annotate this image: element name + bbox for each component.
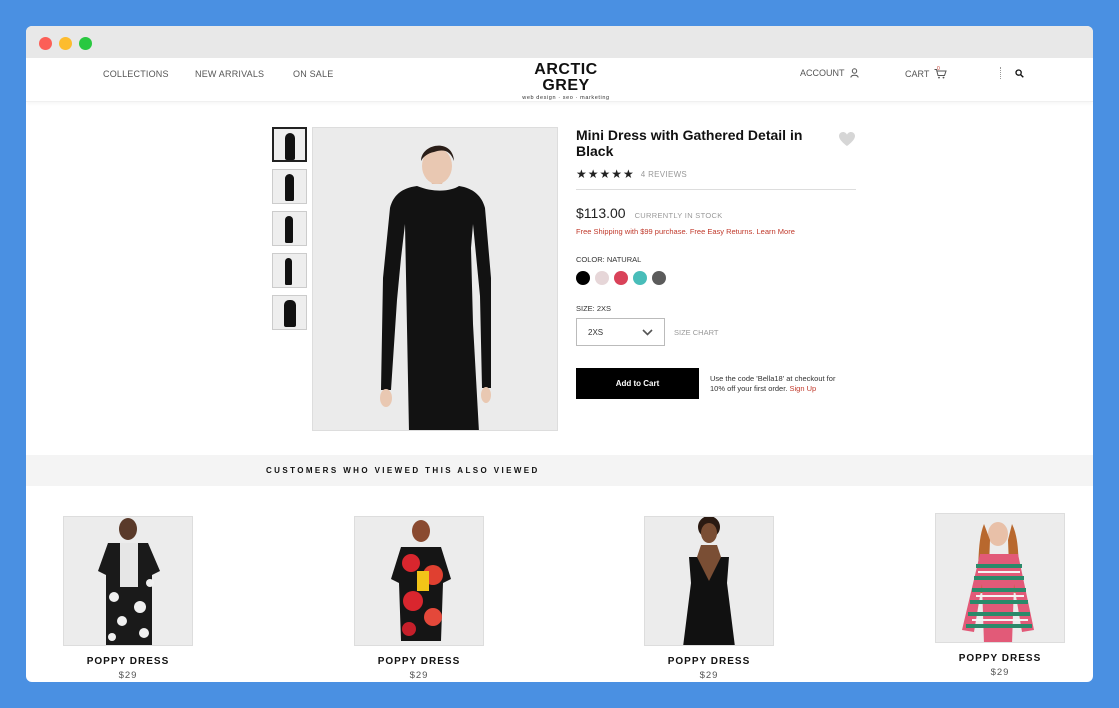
browser-window: COLLECTIONS NEW ARRIVALS ON SALE ARCTIC … xyxy=(26,26,1093,682)
recommended-product-name[interactable]: POPPY DRESS xyxy=(935,653,1065,664)
recommended-product-image[interactable] xyxy=(935,513,1065,643)
product-thumbnails xyxy=(272,127,307,337)
product-photo-floral-dress xyxy=(98,518,160,645)
product-title: Mini Dress with Gathered Detail in Black xyxy=(576,127,803,159)
recommended-product-name[interactable]: POPPY DRESS xyxy=(644,656,774,667)
logo-wordmark: ARCTIC GREY xyxy=(534,61,598,94)
product-details: Mini Dress with Gathered Detail in Black… xyxy=(576,127,856,399)
close-window-button[interactable] xyxy=(39,37,52,50)
color-swatches xyxy=(576,271,856,285)
product-price: $113.00 xyxy=(576,205,626,221)
nav-on-sale[interactable]: ON SALE xyxy=(293,69,333,79)
promo-message: Use the code 'Bella18' at checkout for 1… xyxy=(710,374,850,394)
minimize-window-button[interactable] xyxy=(59,37,72,50)
color-swatch-grey[interactable] xyxy=(652,271,666,285)
recommended-product-image[interactable] xyxy=(644,516,774,646)
product-photo-model xyxy=(313,128,557,430)
shipping-notice[interactable]: Free Shipping with $99 purchase. Free Ea… xyxy=(576,227,856,236)
recommended-product-name[interactable]: POPPY DRESS xyxy=(63,656,193,667)
promo-text: Use the code 'Bella18' at checkout for 1… xyxy=(710,373,836,393)
color-swatch-teal[interactable] xyxy=(633,271,647,285)
recommended-product-image[interactable] xyxy=(63,516,193,646)
recommended-product-card[interactable]: POPPY DRESS $29 xyxy=(63,516,193,681)
logo-tagline: web design · seo · marketing xyxy=(522,95,610,101)
site-logo[interactable]: ARCTIC GREY web design · seo · marketing xyxy=(514,61,618,102)
window-titlebar xyxy=(26,26,1093,58)
size-select[interactable]: 2XS xyxy=(576,318,665,346)
recommended-product-price: $29 xyxy=(118,670,138,681)
cart-label: CART xyxy=(905,68,930,79)
recommended-product-price: $29 xyxy=(699,670,719,681)
nav-divider xyxy=(1000,67,1001,79)
color-swatch-red[interactable] xyxy=(614,271,628,285)
cart-link[interactable]: CART xyxy=(905,68,948,79)
color-label: COLOR: NATURAL xyxy=(576,255,642,264)
color-swatch-black[interactable] xyxy=(576,271,590,285)
recommended-product-card[interactable]: POPPY DRESS $29 xyxy=(644,516,774,681)
also-viewed-header: CUSTOMERS WHO VIEWED THIS ALSO VIEWED xyxy=(26,455,1093,486)
reviews-count-link[interactable]: 4 REVIEWS xyxy=(641,170,687,179)
user-icon xyxy=(849,68,859,78)
heart-icon[interactable] xyxy=(838,131,856,147)
nav-new-arrivals[interactable]: NEW ARRIVALS xyxy=(195,69,264,79)
size-label: SIZE: 2XS xyxy=(576,304,612,313)
product-thumbnail[interactable] xyxy=(272,295,307,330)
details-divider xyxy=(576,189,856,190)
product-photo-poppy-dress xyxy=(391,520,451,641)
recommended-product-name[interactable]: POPPY DRESS xyxy=(354,656,484,667)
product-thumbnail[interactable] xyxy=(272,211,307,246)
also-viewed-title: CUSTOMERS WHO VIEWED THIS ALSO VIEWED xyxy=(266,466,540,475)
product-main-image[interactable] xyxy=(312,127,558,431)
recommended-product-image[interactable] xyxy=(354,516,484,646)
add-to-cart-button[interactable]: Add to Cart xyxy=(576,368,699,399)
rating-stars: ★★★★★ xyxy=(576,167,635,181)
recommended-product-price: $29 xyxy=(990,667,1010,678)
product-photo-striped-top xyxy=(962,522,1034,642)
account-label: ACCOUNT xyxy=(800,68,845,78)
recommended-product-card[interactable]: POPPY DRESS $29 xyxy=(935,513,1065,678)
size-select-value: 2XS xyxy=(588,327,604,337)
recommended-product-card[interactable]: POPPY DRESS $29 xyxy=(354,516,484,681)
sign-up-link[interactable]: Sign Up xyxy=(790,384,817,393)
account-link[interactable]: ACCOUNT xyxy=(800,68,859,78)
color-swatch-blush[interactable] xyxy=(595,271,609,285)
site-header: COLLECTIONS NEW ARRIVALS ON SALE ARCTIC … xyxy=(26,58,1093,102)
maximize-window-button[interactable] xyxy=(79,37,92,50)
product-rating[interactable]: ★★★★★ 4 REVIEWS xyxy=(576,167,856,181)
chevron-down-icon xyxy=(642,328,653,336)
product-thumbnail[interactable] xyxy=(272,169,307,204)
product-thumbnail[interactable] xyxy=(272,253,307,288)
product-thumbnail[interactable] xyxy=(272,127,307,162)
search-icon[interactable] xyxy=(1015,69,1024,78)
stock-status: CURRENTLY IN STOCK xyxy=(634,211,723,220)
recommended-product-price: $29 xyxy=(409,670,429,681)
nav-collections[interactable]: COLLECTIONS xyxy=(103,69,169,79)
cart-count-badge: 0 xyxy=(937,66,940,72)
product-photo-slip-dress xyxy=(683,517,735,645)
size-chart-link[interactable]: SIZE CHART xyxy=(674,328,718,337)
